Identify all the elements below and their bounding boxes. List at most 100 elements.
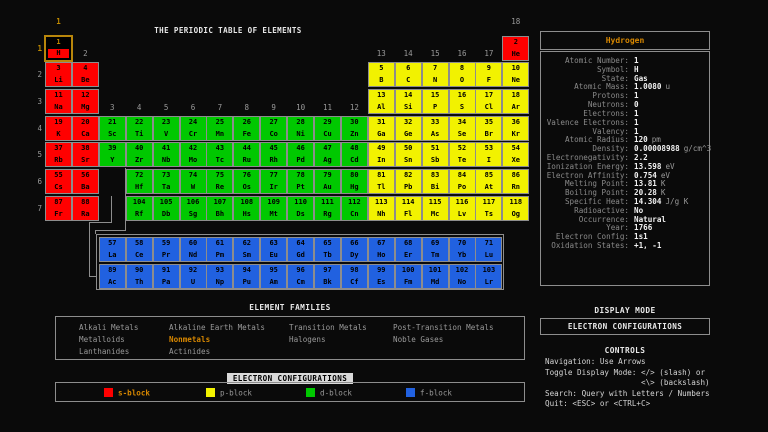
element-cell-Au[interactable]: 79 Au bbox=[314, 169, 341, 195]
element-cell-Pb[interactable]: 82 Pb bbox=[394, 169, 422, 195]
element-cell-Ds[interactable]: 110 Ds bbox=[287, 195, 315, 221]
element-cell-Ra[interactable]: 88 Ra bbox=[71, 195, 99, 221]
element-cell-Bi[interactable]: 83 Bi bbox=[421, 169, 449, 195]
element-cell-Zn[interactable]: 30 Zn bbox=[340, 115, 368, 141]
element-cell-Sn[interactable]: 50 Sn bbox=[394, 142, 422, 168]
element-cell-Hf[interactable]: 72 Hf bbox=[125, 169, 153, 195]
element-cell-Po[interactable]: 84 Po bbox=[448, 169, 476, 195]
atomic-number: 45 bbox=[269, 144, 278, 153]
element-cell-Lv[interactable]: 116 Lv bbox=[448, 195, 476, 221]
element-cell-Kr[interactable]: 36 Kr bbox=[502, 115, 530, 141]
element-cell-Cd[interactable]: 48 Cd bbox=[340, 142, 368, 168]
element-symbol: Cd bbox=[350, 156, 359, 165]
element-cell-Og[interactable]: 118 Og bbox=[502, 195, 530, 221]
atomic-number: 5 bbox=[379, 64, 384, 73]
element-cell-Cn[interactable]: 112 Cn bbox=[340, 195, 368, 221]
element-cell-Hg[interactable]: 80 Hg bbox=[340, 169, 368, 195]
element-cell-Ta[interactable]: 73 Ta bbox=[152, 169, 180, 195]
element-cell-Ca[interactable]: 20 Ca bbox=[71, 115, 99, 141]
element-cell-Os[interactable]: 76 Os bbox=[233, 169, 261, 195]
element-cell-Hs[interactable]: 108 Hs bbox=[233, 195, 261, 221]
element-cell-He[interactable]: 2 He bbox=[502, 35, 530, 61]
element-cell-Sc[interactable]: 21 Sc bbox=[98, 115, 126, 141]
app-title: THE PERIODIC TABLE OF ELEMENTS bbox=[154, 26, 302, 35]
element-cell-Se[interactable]: 34 Se bbox=[448, 115, 476, 141]
element-cell-Tl[interactable]: 81 Tl bbox=[367, 169, 395, 195]
element-cell-Mt[interactable]: 109 Mt bbox=[260, 195, 288, 221]
element-cell-K[interactable]: 19 K bbox=[45, 115, 72, 141]
element-cell-Ar[interactable]: 18 Ar bbox=[502, 89, 530, 114]
element-cell-Fe[interactable]: 26 Fe bbox=[233, 115, 261, 141]
element-cell-P[interactable]: 15 P bbox=[421, 89, 449, 114]
element-cell-Ge[interactable]: 32 Ge bbox=[394, 115, 422, 141]
element-cell-Li[interactable]: 3 Li bbox=[45, 62, 72, 88]
element-cell-S[interactable]: 16 S bbox=[448, 89, 476, 114]
element-cell-Mo[interactable]: 42 Mo bbox=[179, 142, 207, 168]
element-cell-Tc[interactable]: 43 Tc bbox=[206, 142, 234, 168]
element-cell-Pd[interactable]: 46 Pd bbox=[287, 142, 315, 168]
element-cell-Rh[interactable]: 45 Rh bbox=[260, 142, 288, 168]
element-cell-Sb[interactable]: 51 Sb bbox=[421, 142, 449, 168]
element-cell-Ne[interactable]: 10 Ne bbox=[502, 62, 530, 88]
element-cell-I[interactable]: 53 I bbox=[475, 142, 503, 168]
element-cell-Ir[interactable]: 77 Ir bbox=[260, 169, 288, 195]
legend-item: s-block bbox=[104, 388, 150, 398]
group-label-11: 11 bbox=[322, 103, 333, 112]
element-cell-B[interactable]: 5B bbox=[367, 62, 395, 88]
element-cell-Ts[interactable]: 117 Ts bbox=[475, 195, 503, 221]
element-cell-C[interactable]: 6C bbox=[394, 62, 422, 88]
element-cell-Cr[interactable]: 24 Cr bbox=[179, 115, 207, 141]
element-symbol: Tl bbox=[377, 183, 386, 192]
element-cell-Te[interactable]: 52 Te bbox=[448, 142, 476, 168]
element-cell-Co[interactable]: 27 Co bbox=[260, 115, 288, 141]
atomic-number: 7 bbox=[432, 64, 438, 73]
element-cell-Sr[interactable]: 38 Sr bbox=[71, 142, 99, 168]
element-cell-Re[interactable]: 75 Re bbox=[206, 169, 234, 195]
element-cell-Ti[interactable]: 22 Ti bbox=[125, 115, 153, 141]
element-cell-As[interactable]: 33 As bbox=[421, 115, 449, 141]
element-cell-Nb[interactable]: 41 Nb bbox=[152, 142, 180, 168]
element-cell-Nh[interactable]: 113 Nh bbox=[367, 195, 395, 221]
element-cell-Ba[interactable]: 56 Ba bbox=[71, 169, 99, 195]
element-cell-Ga[interactable]: 31 Ga bbox=[367, 115, 395, 141]
element-cell-Rg[interactable]: 111 Rg bbox=[314, 195, 341, 221]
element-cell-In[interactable]: 49 In bbox=[367, 142, 395, 168]
element-cell-Be[interactable]: 4 Be bbox=[71, 62, 99, 88]
element-cell-Cs[interactable]: 55 Cs bbox=[45, 169, 72, 195]
element-cell-Na[interactable]: 11 Na bbox=[45, 89, 72, 114]
element-cell-Si[interactable]: 14 Si bbox=[394, 89, 422, 114]
element-cell-Al[interactable]: 13 Al bbox=[367, 89, 395, 114]
element-cell-H[interactable]: 1H bbox=[44, 34, 73, 62]
element-cell-Y[interactable]: 39 Y bbox=[98, 142, 126, 168]
element-cell-N[interactable]: 7N bbox=[421, 62, 449, 88]
element-cell-At[interactable]: 85 At bbox=[475, 169, 503, 195]
element-cell-Xe[interactable]: 54 Xe bbox=[502, 142, 530, 168]
element-symbol: Ru bbox=[242, 156, 252, 165]
element-cell-Ag[interactable]: 47 Ag bbox=[314, 142, 341, 168]
element-cell-W[interactable]: 74 W bbox=[179, 169, 207, 195]
element-cell-Ni[interactable]: 28 Ni bbox=[287, 115, 315, 141]
element-cell-Bh[interactable]: 107 Bh bbox=[206, 195, 234, 221]
element-cell-Cl[interactable]: 17 Cl bbox=[475, 89, 503, 114]
element-cell-Fl[interactable]: 114 Fl bbox=[394, 195, 422, 221]
atomic-number: 109 bbox=[267, 197, 281, 206]
element-cell-O[interactable]: 8O bbox=[448, 62, 476, 88]
element-cell-Ru[interactable]: 44 Ru bbox=[233, 142, 261, 168]
element-cell-Rb[interactable]: 37 Rb bbox=[45, 142, 72, 168]
element-cell-Mc[interactable]: 115 Mc bbox=[421, 195, 449, 221]
element-cell-Br[interactable]: 35 Br bbox=[475, 115, 503, 141]
element-cell-Zr[interactable]: 40 Zr bbox=[125, 142, 153, 168]
element-cell-Mg[interactable]: 12 Mg bbox=[71, 89, 99, 114]
element-cell-Sg[interactable]: 106 Sg bbox=[179, 195, 207, 221]
display-mode-selector[interactable]: ELECTRON CONFIGURATIONS bbox=[540, 318, 710, 335]
element-cell-Cu[interactable]: 29 Cu bbox=[314, 115, 341, 141]
element-cell-F[interactable]: 9F bbox=[475, 62, 503, 88]
element-cell-Rf[interactable]: 104 Rf bbox=[125, 195, 153, 221]
element-cell-Pt[interactable]: 78 Pt bbox=[287, 169, 315, 195]
element-cell-Mn[interactable]: 25 Mn bbox=[206, 115, 234, 141]
element-cell-Fr[interactable]: 87 Fr bbox=[45, 195, 72, 221]
element-cell-Db[interactable]: 105 Db bbox=[152, 195, 180, 221]
atomic-number: 29 bbox=[323, 117, 332, 126]
element-cell-Rn[interactable]: 86 Rn bbox=[502, 169, 530, 195]
element-cell-V[interactable]: 23 V bbox=[152, 115, 180, 141]
